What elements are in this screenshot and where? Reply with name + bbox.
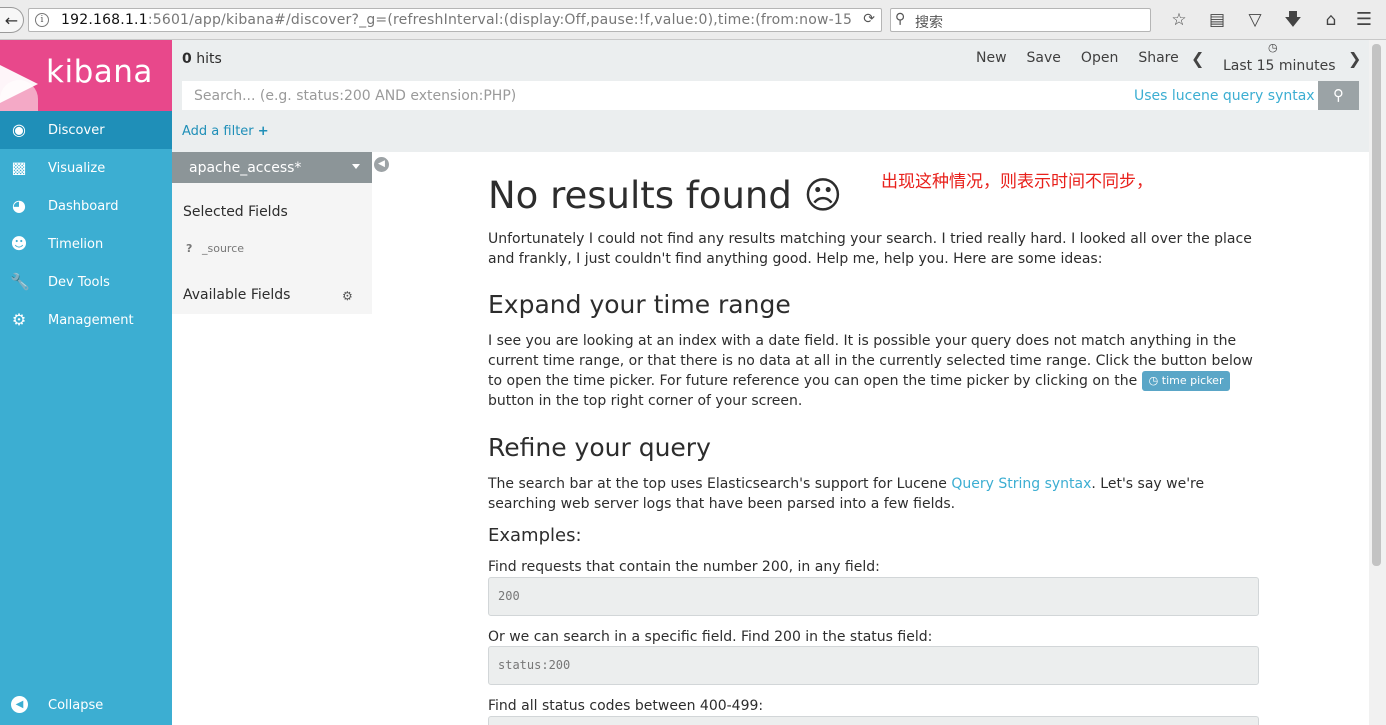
sidebar-item-label: Visualize	[48, 161, 106, 176]
browser-toolbar: ← i 192.168.1.1:5601/app/kibana#/discove…	[0, 0, 1386, 40]
source-field[interactable]: _source	[202, 242, 244, 255]
new-button[interactable]: New	[976, 50, 1007, 66]
expand-paragraph: I see you are looking at an index with a…	[488, 331, 1268, 411]
download-icon[interactable]: 🡇	[1274, 8, 1312, 32]
compass-icon: ◉	[12, 120, 26, 139]
wrench-icon: 🔧	[10, 272, 30, 291]
reload-icon[interactable]: ⟳	[863, 11, 875, 27]
sidebar-item-label: Dashboard	[48, 199, 119, 214]
chevron-left-icon[interactable]: ❮	[1191, 49, 1204, 68]
hits-label: hits	[191, 51, 222, 67]
scrollbar-thumb[interactable]	[1372, 44, 1381, 566]
query-string-syntax-link[interactable]: Query String syntax	[951, 476, 1091, 492]
no-results-title: No results found ☹	[488, 174, 842, 217]
url-text[interactable]: 192.168.1.1:5601/app/kibana#/discover?_g…	[61, 12, 851, 28]
neutral-face-icon: ☹	[803, 174, 843, 217]
kibana-sidebar: kibana ◉ Discover ▩ Visualize ◕ Dashboar…	[0, 40, 172, 725]
collapse-sidebar-icon[interactable]: ◀	[374, 157, 389, 172]
reading-list-icon[interactable]: ▤	[1198, 8, 1236, 32]
search-icon: ⚲	[1333, 86, 1344, 104]
search-submit-button[interactable]: ⚲	[1318, 81, 1359, 110]
no-results-text: No results found	[488, 174, 792, 217]
sidebar-item-dashboard[interactable]: ◕ Dashboard	[0, 187, 172, 225]
gear-icon: ⚙	[11, 310, 27, 329]
bookmark-star-icon[interactable]: ☆	[1160, 8, 1198, 32]
url-path: :5601/app/kibana#/discover?_g=(refreshIn…	[147, 12, 851, 28]
back-arrow-icon[interactable]: ←	[0, 7, 24, 33]
browser-search-box[interactable]: ⚲ 搜索	[890, 8, 1151, 32]
sidebar-item-visualize[interactable]: ▩ Visualize	[0, 149, 172, 187]
pocket-icon[interactable]: ▽	[1236, 8, 1274, 32]
collapse-label: Collapse	[48, 698, 104, 713]
logo-text: kibana	[46, 54, 153, 90]
time-picker-badge[interactable]: ◷ time picker	[1141, 371, 1231, 391]
search-icon: ⚲	[895, 11, 906, 27]
browser-search-placeholder: 搜索	[915, 15, 943, 31]
intro-paragraph: Unfortunately I could not find any resul…	[488, 231, 1252, 267]
example-1-code: 200	[488, 577, 1259, 616]
url-bar[interactable]: i 192.168.1.1:5601/app/kibana#/discover?…	[28, 8, 882, 32]
examples-heading: Examples:	[488, 525, 582, 546]
hits-count: 0 hits	[182, 51, 222, 67]
discover-topbar: 0 hits New Save Open Share ❮ ◷ Last 15 m…	[172, 40, 1369, 152]
example-2-code: status:200	[488, 646, 1259, 685]
add-filter-label: Add a filter	[182, 124, 254, 139]
caret-down-icon	[352, 164, 360, 169]
selected-fields-title: Selected Fields	[183, 204, 288, 220]
sidebar-item-discover[interactable]: ◉ Discover	[0, 111, 172, 149]
example-2-description: Or we can search in a specific field. Fi…	[488, 629, 933, 645]
sidebar-item-management[interactable]: ⚙ Management	[0, 301, 172, 339]
field-settings-gear-icon[interactable]: ⚙	[342, 289, 353, 303]
lucene-syntax-link[interactable]: Uses lucene query syntax	[1134, 88, 1315, 104]
sidebar-item-dev-tools[interactable]: 🔧 Dev Tools	[0, 263, 172, 301]
share-button[interactable]: Share	[1138, 50, 1178, 66]
url-host: 192.168.1.1	[61, 12, 148, 28]
field-type-icon: ?	[186, 242, 193, 255]
refine-query-heading: Refine your query	[488, 433, 711, 462]
example-3-description: Find all status codes between 400-499:	[488, 698, 764, 714]
home-icon[interactable]: ⌂	[1312, 8, 1350, 32]
example-1-description: Find requests that contain the number 20…	[488, 559, 880, 575]
add-filter-link[interactable]: Add a filter +	[182, 124, 269, 139]
kibana-logo[interactable]: kibana	[0, 40, 172, 111]
sidebar-item-label: Management	[48, 313, 134, 328]
bar-chart-icon: ▩	[11, 158, 27, 177]
open-button[interactable]: Open	[1081, 50, 1118, 66]
expand-text-2: button in the top right corner of your s…	[488, 393, 803, 409]
chevron-right-icon[interactable]: ❯	[1348, 49, 1361, 68]
sidebar-item-label: Timelion	[48, 237, 104, 252]
refine-text-1: The search bar at the top uses Elasticse…	[488, 476, 952, 492]
collapse-button[interactable]: ◀ Collapse	[0, 686, 172, 724]
available-fields-title: Available Fields	[183, 287, 291, 303]
info-icon[interactable]: i	[35, 13, 49, 27]
hamburger-menu-icon[interactable]: ☰	[1356, 9, 1372, 30]
timelion-mask-icon: ☻	[10, 234, 28, 253]
plus-icon: +	[257, 124, 269, 139]
index-pattern-label: apache_access*	[189, 160, 302, 176]
sidebar-item-timelion[interactable]: ☻ Timelion	[0, 225, 172, 263]
fields-panel: apache_access* Selected Fields ? _source…	[172, 152, 372, 314]
expand-text-1: I see you are looking at an index with a…	[488, 333, 1253, 389]
red-annotation-text: 出现这种情况，则表示时间不同步，	[881, 172, 1153, 192]
dashboard-gauge-icon: ◕	[12, 196, 26, 215]
example-3-code	[488, 716, 1259, 725]
refine-paragraph: The search bar at the top uses Elasticse…	[488, 474, 1268, 514]
sidebar-item-label: Dev Tools	[48, 275, 110, 290]
clock-icon: ◷	[1148, 374, 1159, 387]
index-pattern-selector[interactable]: apache_access*	[172, 152, 372, 183]
save-button[interactable]: Save	[1027, 50, 1061, 66]
time-picker-button[interactable]: Last 15 minutes	[1223, 58, 1336, 74]
clock-icon: ◷	[1268, 41, 1278, 54]
time-picker-badge-label: time picker	[1161, 374, 1224, 387]
chevron-left-icon: ◀	[11, 696, 28, 713]
sidebar-item-label: Discover	[48, 123, 105, 138]
hits-number: 0	[182, 51, 192, 67]
expand-time-range-heading: Expand your time range	[488, 290, 791, 319]
